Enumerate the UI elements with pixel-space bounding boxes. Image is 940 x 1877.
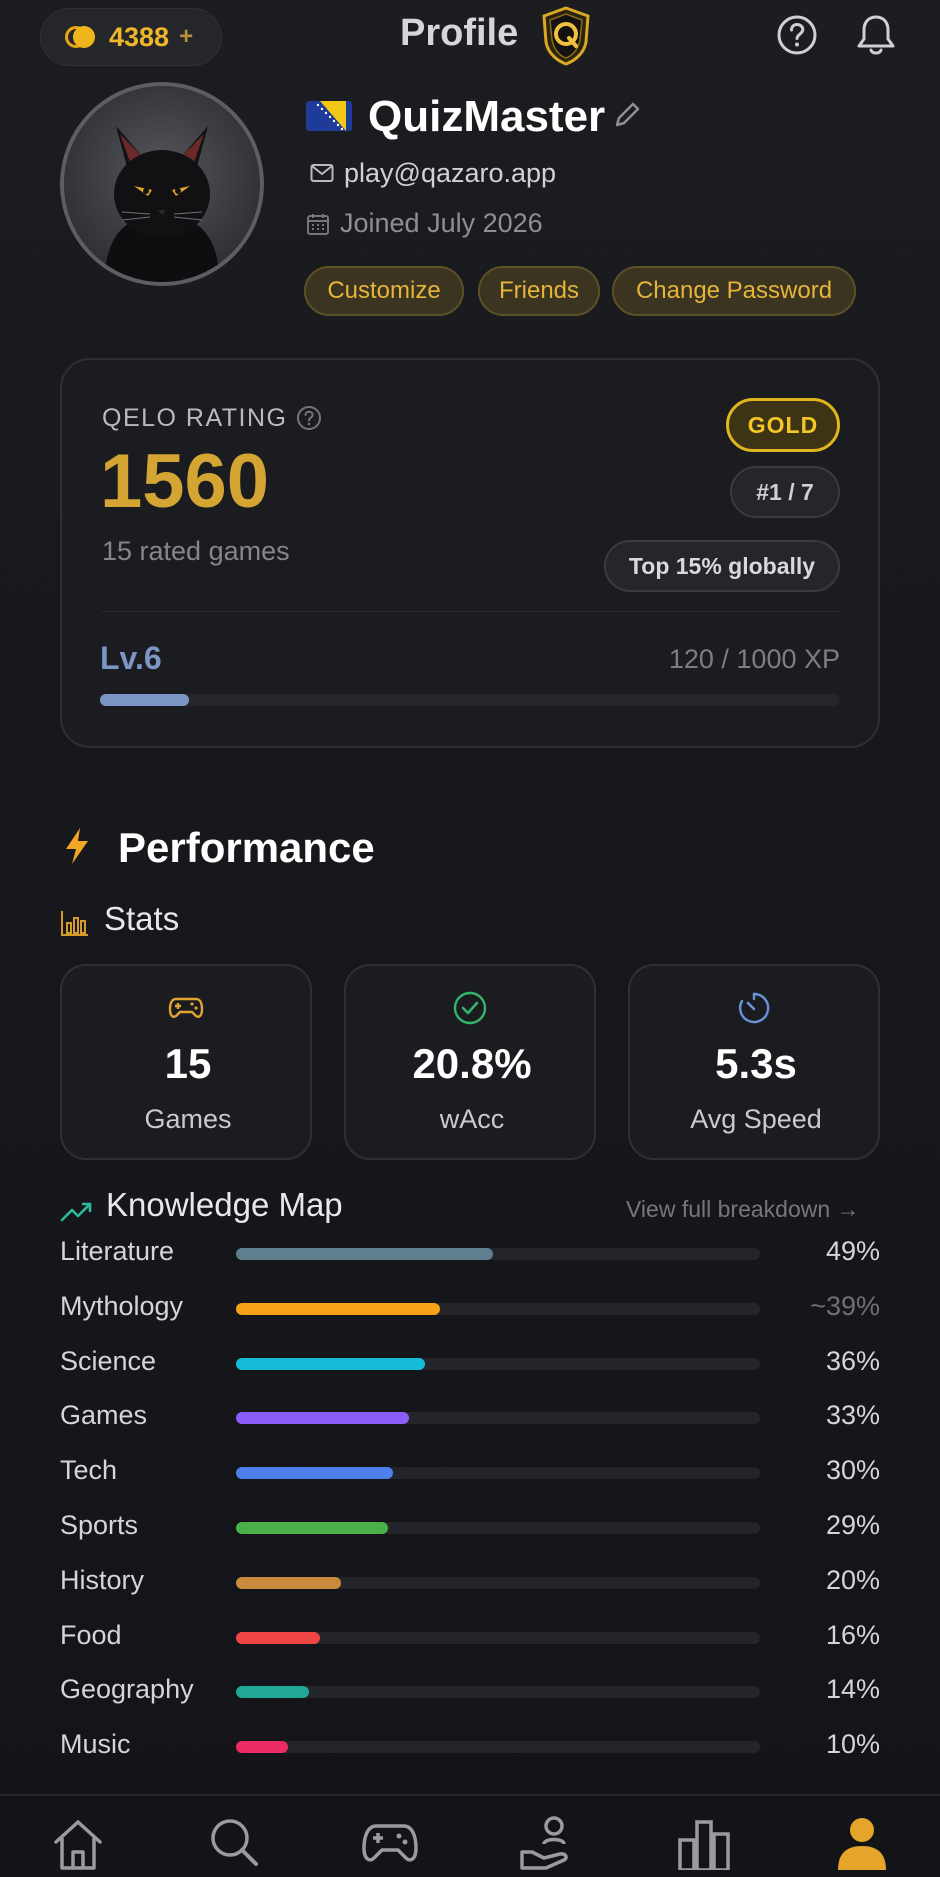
bar-chart-icon — [61, 911, 88, 936]
card-divider — [102, 611, 840, 612]
knowledge-category-label: Science — [60, 1345, 157, 1376]
knowledge-category-percent: 36% — [825, 1345, 880, 1376]
gamepad-icon — [168, 997, 204, 1018]
change-password-button[interactable]: Change Password — [612, 266, 856, 316]
q-logo-badge-icon — [542, 6, 590, 66]
knowledge-category-label: Games — [60, 1400, 148, 1431]
stat-value-avg-speed: 5.3s — [715, 1040, 797, 1087]
page-title: Profile — [400, 12, 519, 54]
performance-title: Performance — [118, 824, 375, 871]
trend-line-icon — [60, 1202, 92, 1222]
knowledge-category-label: Food — [60, 1619, 122, 1650]
rating-value: 1560 — [100, 439, 270, 524]
friends-button[interactable]: Friends — [478, 266, 600, 316]
tier-badge: GOLD — [726, 398, 840, 452]
knowledge-category-percent: 16% — [825, 1619, 880, 1650]
stats-title: Stats — [104, 900, 180, 937]
check-circle-icon — [453, 991, 487, 1025]
hand-person-icon[interactable] — [518, 1814, 574, 1870]
xp-progress-track — [100, 694, 840, 706]
knowledge-bar-fill — [236, 1686, 309, 1699]
timer-icon — [738, 992, 770, 1024]
coins-value: 4388 — [109, 21, 170, 52]
gamepad-icon[interactable] — [362, 1814, 418, 1870]
bell-icon[interactable] — [854, 12, 898, 58]
coins-icon — [65, 24, 99, 50]
xp-progress-fill — [100, 694, 189, 706]
view-full-breakdown-link[interactable]: View full breakdown → — [626, 1196, 860, 1223]
stat-card-games: 15 Games — [60, 964, 312, 1160]
knowledge-category-label: Tech — [60, 1455, 118, 1486]
help-icon[interactable] — [776, 14, 818, 56]
avatar[interactable] — [60, 82, 264, 286]
bosnia-herzegovina-flag-icon — [306, 101, 352, 131]
knowledge-bar-fill — [236, 1412, 409, 1425]
rating-help-icon[interactable] — [296, 405, 322, 431]
xp-text: 120 / 1000 XP — [668, 644, 840, 674]
stat-label-games: Games — [144, 1104, 232, 1134]
knowledge-bar-fill — [236, 1522, 388, 1534]
bottom-nav — [0, 1794, 940, 1877]
coins-pill[interactable]: 4388 + — [40, 8, 222, 66]
qelo-rating-label: QELO RATING — [102, 404, 288, 432]
customize-button[interactable]: Customize — [304, 266, 464, 316]
knowledge-category-percent: 29% — [825, 1510, 880, 1540]
coins-plus: + — [179, 23, 194, 50]
rated-games-count: 15 rated games — [102, 536, 290, 566]
knowledge-bar-fill — [236, 1576, 341, 1589]
knowledge-category-label: History — [60, 1564, 145, 1595]
knowledge-bar-fill — [236, 1741, 288, 1754]
stat-label-avg-speed: Avg Speed — [690, 1104, 822, 1134]
rank-badge: #1 / 7 — [730, 466, 840, 518]
email: play@qazaro.app — [344, 158, 557, 188]
knowledge-bar-track — [236, 1686, 760, 1699]
stat-card-avg-speed: 5.3s Avg Speed — [628, 964, 880, 1160]
knowledge-bar-fill — [236, 1631, 320, 1644]
knowledge-bar-fill — [236, 1357, 425, 1370]
knowledge-category-percent: 33% — [825, 1400, 880, 1431]
mail-icon — [310, 164, 334, 182]
knowledge-category-percent: 30% — [825, 1455, 880, 1486]
knowledge-bar-fill — [236, 1467, 393, 1480]
stat-card-wacc: 20.8% wAcc — [344, 964, 596, 1160]
black-cat-avatar — [64, 86, 260, 282]
lightning-icon — [66, 828, 88, 864]
level-label: Lv.6 — [100, 640, 162, 676]
percentile-badge: Top 15% globally — [604, 540, 840, 592]
stat-value-wacc: 20.8% — [412, 1040, 532, 1087]
knowledge-category-label: Mythology — [60, 1290, 184, 1321]
calendar-icon — [307, 214, 329, 235]
joined-date: Joined July 2026 — [340, 208, 543, 238]
home-icon[interactable] — [50, 1814, 106, 1870]
knowledge-category-label: Geography — [60, 1674, 194, 1705]
knowledge-map-title: Knowledge Map — [106, 1186, 343, 1223]
leaderboard-icon[interactable] — [676, 1814, 732, 1870]
knowledge-category-percent: 49% — [825, 1236, 880, 1266]
stat-value-games: 15 — [164, 1040, 212, 1087]
knowledge-bar-fill — [236, 1302, 440, 1315]
knowledge-category-percent: 10% — [825, 1729, 880, 1760]
knowledge-category-percent: 14% — [825, 1674, 880, 1705]
knowledge-bar-fill — [236, 1248, 493, 1260]
knowledge-category-percent: ~39% — [810, 1290, 880, 1321]
username: QuizMaster — [368, 92, 606, 141]
knowledge-bar-track — [236, 1741, 760, 1754]
stat-label-wacc: wAcc — [439, 1104, 505, 1134]
edit-pencil-icon[interactable] — [612, 100, 642, 130]
knowledge-category-percent: 20% — [825, 1564, 880, 1595]
knowledge-category-label: Music — [60, 1729, 131, 1760]
knowledge-category-label: Sports — [60, 1510, 139, 1540]
profile-icon[interactable] — [834, 1814, 890, 1870]
knowledge-category-label: Literature — [60, 1236, 175, 1266]
search-icon[interactable] — [206, 1814, 262, 1870]
